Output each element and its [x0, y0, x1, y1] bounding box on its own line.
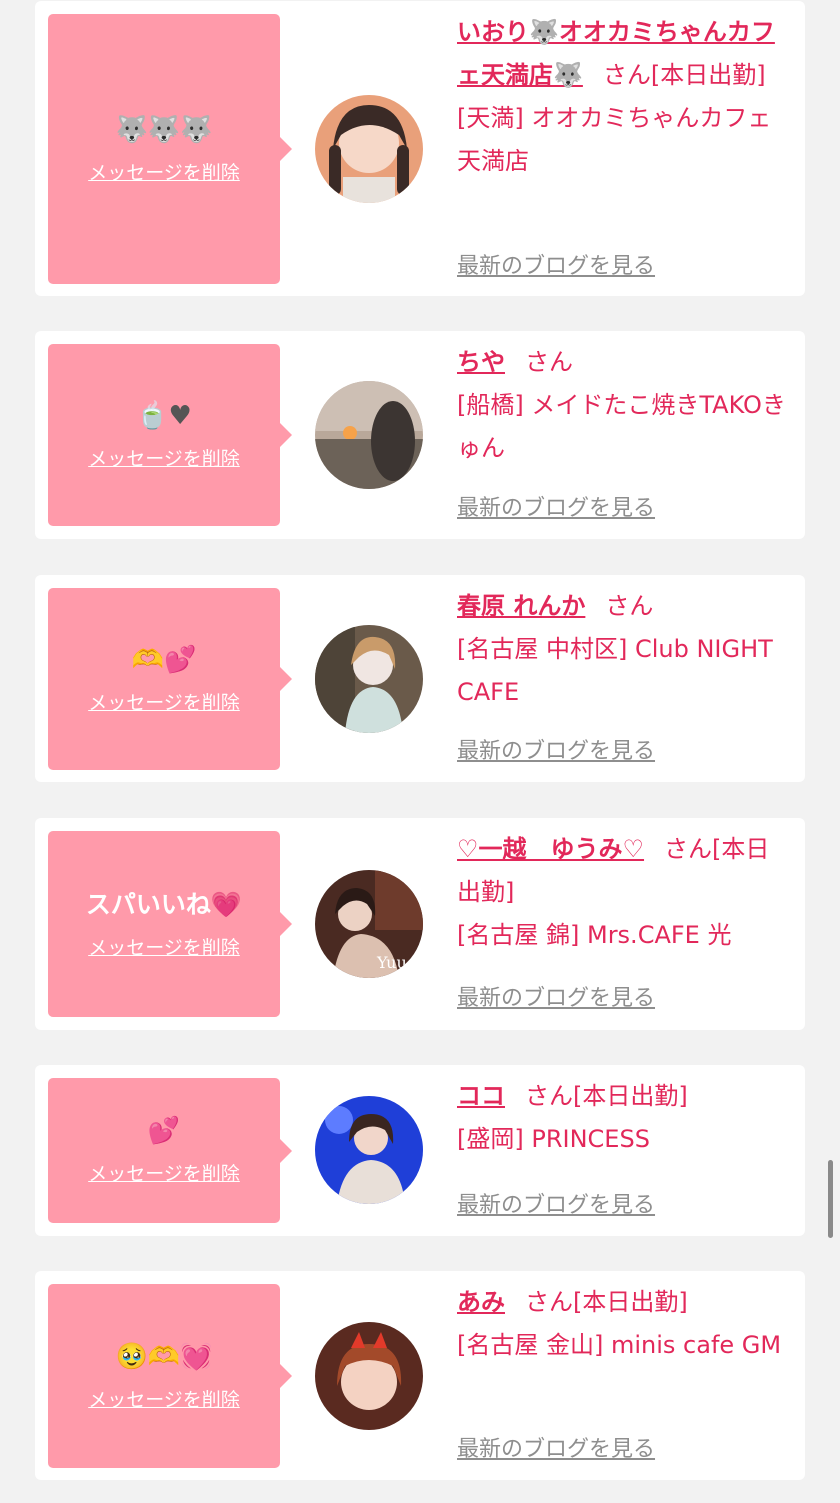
avatar[interactable]: Yuu [315, 870, 423, 978]
delete-message-link[interactable]: メッセージを削除 [88, 1159, 240, 1186]
latest-blog-link[interactable]: 最新のブログを見る [457, 490, 655, 522]
delete-message-link[interactable]: メッセージを削除 [88, 1385, 240, 1412]
delete-message-link[interactable]: メッセージを削除 [88, 688, 240, 715]
message-card: 🫶💕 メッセージを削除 春原 れんか さん [名古屋 中村区] Club NIGH… [35, 575, 805, 782]
girl-name-link[interactable]: ココ [457, 1082, 505, 1110]
message-card: 🐺🐺🐺 メッセージを削除 いおり🐺オオカミちゃんカフェ天満店🐺 さん[本日出勤] … [35, 1, 805, 296]
message-card: 🍵♥ メッセージを削除 ちや さん [船橋] メイドたこ焼きTAKOきゅん 最新の… [35, 331, 805, 539]
delete-message-link[interactable]: メッセージを削除 [88, 444, 240, 471]
shop-name: [名古屋 金山] minis cafe GM [457, 1331, 782, 1359]
message-card: 🥹🫶💓 メッセージを削除 あみ さん[本日出勤] [名古屋 金山] minis c… [35, 1271, 805, 1480]
message-bubble: 🥹🫶💓 メッセージを削除 [48, 1284, 292, 1468]
girl-info: ちや さん [船橋] メイドたこ焼きTAKOきゅん [457, 341, 792, 470]
svg-text:Yuu: Yuu [376, 953, 407, 972]
message-text: 💕 [147, 1116, 181, 1146]
name-suffix: さん [605, 592, 654, 620]
name-suffix: さん [525, 348, 573, 376]
avatar[interactable] [315, 1096, 423, 1204]
shop-name: [名古屋 錦] Mrs.CAFE 光 [457, 921, 732, 949]
name-suffix: さん[本日出勤] [602, 61, 766, 89]
avatar[interactable] [315, 1322, 423, 1430]
avatar[interactable] [315, 625, 423, 733]
message-card: スパいいね💗 メッセージを削除 Yuu ♡一越 ゆうみ♡ さん[本日出勤] [名古… [35, 818, 805, 1030]
shop-name: [天満] オオカミちゃんカフェ天満店 [457, 104, 772, 175]
message-card: 💕 メッセージを削除 ココ さん[本日出勤] [盛岡] PRINCESS 最新のブ… [35, 1065, 805, 1236]
shop-name: [船橋] メイドたこ焼きTAKOきゅん [457, 391, 786, 462]
shop-name: [盛岡] PRINCESS [457, 1125, 650, 1153]
girl-info: ココ さん[本日出勤] [盛岡] PRINCESS [457, 1075, 792, 1161]
girl-name-link[interactable]: ちや [457, 348, 505, 376]
girl-name-link[interactable]: ♡一越 ゆうみ♡ [457, 835, 644, 863]
latest-blog-link[interactable]: 最新のブログを見る [457, 980, 655, 1012]
girl-info: ♡一越 ゆうみ♡ さん[本日出勤] [名古屋 錦] Mrs.CAFE 光 [457, 828, 792, 957]
scrollbar-thumb[interactable] [828, 1160, 833, 1238]
latest-blog-link[interactable]: 最新のブログを見る [457, 248, 655, 280]
message-text: スパいいね💗 [85, 889, 243, 919]
message-text: 🍵♥ [136, 400, 192, 431]
message-bubble: 🐺🐺🐺 メッセージを削除 [48, 14, 292, 284]
girl-name-link[interactable]: あみ [457, 1288, 505, 1316]
avatar[interactable] [315, 95, 423, 203]
girl-info: いおり🐺オオカミちゃんカフェ天満店🐺 さん[本日出勤] [天満] オオカミちゃんカ… [457, 11, 792, 183]
delete-message-link[interactable]: メッセージを削除 [88, 933, 240, 960]
name-suffix: さん[本日出勤] [525, 1288, 688, 1316]
girl-info: あみ さん[本日出勤] [名古屋 金山] minis cafe GM [457, 1281, 792, 1367]
latest-blog-link[interactable]: 最新のブログを見る [457, 733, 655, 765]
message-bubble: スパいいね💗 メッセージを削除 [48, 831, 292, 1017]
delete-message-link[interactable]: メッセージを削除 [88, 158, 240, 185]
shop-name: [名古屋 中村区] Club NIGHT CAFE [457, 635, 773, 706]
message-bubble: 💕 メッセージを削除 [48, 1078, 292, 1223]
latest-blog-link[interactable]: 最新のブログを見る [457, 1187, 655, 1219]
message-text: 🥹🫶💓 [115, 1341, 213, 1372]
avatar[interactable] [315, 381, 423, 489]
message-text: 🐺🐺🐺 [115, 114, 213, 145]
girl-name-link[interactable]: 春原 れんか [457, 592, 585, 620]
name-suffix: さん[本日出勤] [525, 1082, 688, 1110]
latest-blog-link[interactable]: 最新のブログを見る [457, 1431, 655, 1463]
message-bubble: 🫶💕 メッセージを削除 [48, 588, 292, 770]
girl-info: 春原 れんか さん [名古屋 中村区] Club NIGHT CAFE [457, 585, 792, 714]
message-text: 🫶💕 [131, 644, 197, 675]
message-bubble: 🍵♥ メッセージを削除 [48, 344, 292, 526]
